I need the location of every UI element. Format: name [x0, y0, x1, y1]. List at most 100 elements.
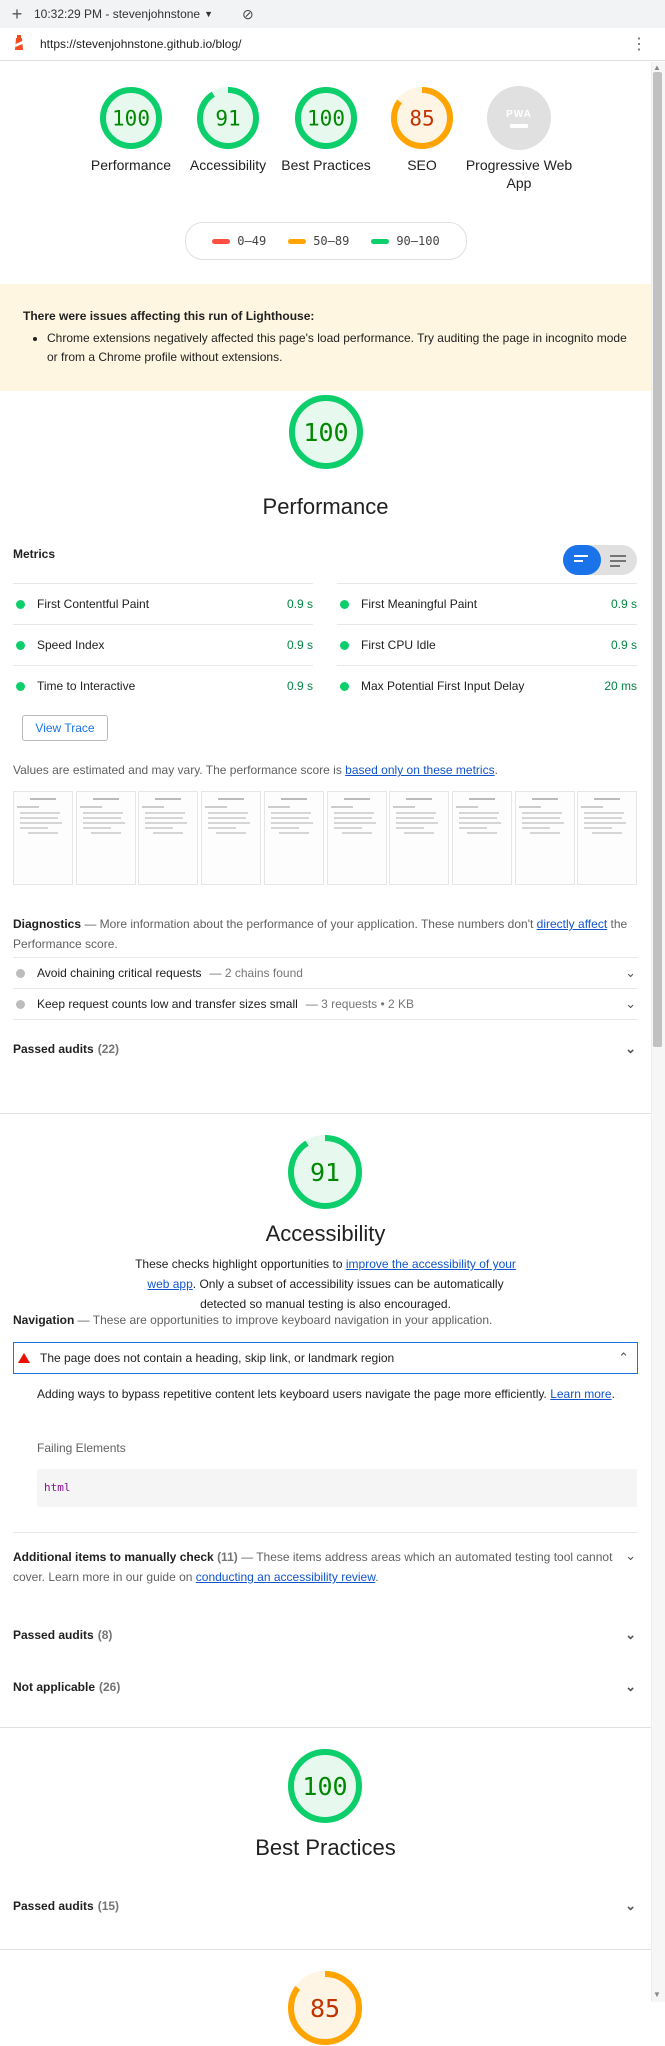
best-practices-passed-audits[interactable]: Passed audits (15) ⌄ — [13, 1891, 638, 1921]
metric-name: Time to Interactive — [37, 679, 136, 693]
gauge-ring: 85 — [391, 87, 453, 149]
performance-passed-audits[interactable]: Passed audits (22) ⌄ — [13, 1034, 638, 1064]
metric-speed-index: Speed Index 0.9 s — [13, 624, 313, 665]
frame-text-line — [145, 827, 174, 829]
gauge-label: Progressive Web App — [465, 157, 573, 191]
gauge-accessibility[interactable]: 91 Accessibility — [173, 86, 283, 174]
chevron-down-icon[interactable]: ⌄ — [625, 1041, 636, 1057]
gauge-score: 85 — [310, 1994, 340, 2023]
frame-text-line — [145, 812, 186, 814]
chevron-down-icon[interactable]: ⌄ — [625, 996, 636, 1012]
filmstrip-frame — [75, 791, 136, 885]
accessibility-not-applicable[interactable]: Not applicable (26) ⌄ — [13, 1672, 638, 1702]
run-warning: There were issues affecting this run of … — [0, 284, 651, 391]
frame-text-line — [28, 832, 58, 834]
warning-item: Chrome extensions negatively affected th… — [47, 329, 637, 367]
audit-bypass-blocks[interactable]: The page does not contain a heading, ski… — [13, 1342, 638, 1374]
best-practices-gauge: 100 — [288, 1749, 362, 1823]
pass-dot-icon — [340, 681, 349, 691]
section-divider — [0, 1949, 651, 1950]
scroll-down-arrow-icon[interactable]: ▼ — [653, 1990, 661, 1999]
estimate-end: . — [494, 763, 498, 777]
gauge-label: SEO — [407, 157, 437, 173]
gauge-seo[interactable]: 85 SEO — [367, 86, 477, 174]
manual-count: (11) — [217, 1550, 238, 1564]
chevron-down-icon[interactable]: ⌄ — [625, 1548, 636, 1564]
accessibility-gauge: 91 — [288, 1135, 362, 1209]
report-selector-label: 10:32:29 PM - stevenjohnstone — [34, 7, 201, 21]
gauge-label: Accessibility — [189, 157, 267, 173]
pass-dot-icon — [16, 599, 25, 609]
failing-node[interactable]: html — [44, 1481, 71, 1494]
expanded-view-icon[interactable] — [610, 555, 626, 570]
frame-text-line — [396, 812, 437, 814]
chevron-down-icon[interactable]: ⌄ — [625, 1898, 636, 1914]
chevron-down-icon[interactable]: ⌄ — [625, 1679, 636, 1695]
metric-value: 0.9 s — [286, 597, 313, 611]
clear-icon[interactable]: ⊘ — [242, 6, 254, 23]
section-divider — [0, 1113, 651, 1114]
gauge-pwa[interactable]: PWA Progressive Web App — [464, 86, 574, 192]
performance-gauge: 100 — [288, 395, 363, 469]
metric-max-potential-fid: Max Potential First Input Delay 20 ms — [337, 665, 637, 706]
chevron-up-icon[interactable]: ⌃ — [618, 1350, 629, 1366]
metric-first-meaningful-paint: First Meaningful Paint 0.9 s — [337, 583, 637, 624]
frame-text-line — [218, 798, 245, 800]
pass-dot-icon — [16, 640, 25, 650]
failing-element-code: html — [37, 1469, 637, 1507]
gauge-performance[interactable]: 100 Performance — [76, 86, 186, 174]
learn-more-link[interactable]: Learn more — [550, 1387, 611, 1401]
frame-text-line — [458, 822, 501, 824]
failing-audit-description: Adding ways to bypass repetitive content… — [37, 1384, 637, 1404]
manual-check-group[interactable]: Additional items to manually check (11) … — [13, 1547, 618, 1587]
estimate-text: Values are estimated and may vary. The p… — [13, 763, 346, 777]
view-trace-button[interactable]: View Trace — [22, 715, 108, 741]
gauge-label: Best Practices — [281, 157, 371, 173]
metrics-view-toggle[interactable] — [563, 545, 637, 575]
frame-text-line — [208, 822, 251, 824]
group-label: Passed audits — [13, 1899, 94, 1913]
group-count: (15) — [97, 1899, 120, 1913]
chevron-down-icon[interactable]: ⌄ — [625, 965, 636, 981]
filmstrip-frame — [389, 791, 450, 885]
manual-end: . — [375, 1570, 379, 1584]
pass-dot-icon — [340, 640, 349, 650]
frame-text-line — [584, 812, 625, 814]
toggle-compact-option[interactable] — [563, 545, 601, 575]
seo-gauge: 85 — [288, 1971, 362, 2045]
metrics-link[interactable]: based only on these metrics — [345, 763, 494, 777]
frame-text-line — [458, 817, 497, 819]
new-tab-icon[interactable]: + — [0, 4, 34, 25]
report-selector[interactable]: 10:32:29 PM - stevenjohnstone ▼ — [34, 7, 224, 21]
audit-resource-summary[interactable]: Keep request counts low and transfer siz… — [13, 988, 638, 1020]
scroll-up-arrow-icon[interactable]: ▲ — [653, 63, 661, 72]
best-practices-title: Best Practices — [255, 1835, 396, 1860]
directly-affect-link[interactable]: directly affect — [537, 917, 607, 931]
scrollbar-thumb[interactable] — [653, 72, 662, 1047]
frame-text-line — [518, 806, 541, 808]
frame-text-line — [333, 822, 376, 824]
audit-critical-chains[interactable]: Avoid chaining critical requests — 2 cha… — [13, 957, 638, 988]
accessibility-passed-audits[interactable]: Passed audits (8) ⌄ — [13, 1620, 638, 1650]
performance-title: Performance — [262, 494, 389, 519]
gauge-ring: 100 — [100, 87, 162, 149]
more-menu-icon[interactable]: ⋮ — [631, 34, 647, 54]
filmstrip-frame — [451, 791, 512, 885]
gauge-best-practices[interactable]: 100 Best Practices — [271, 86, 381, 174]
accessibility-description: These checks highlight opportunities to … — [128, 1254, 523, 1314]
frame-text-line — [155, 798, 182, 800]
frame-text-line — [529, 832, 560, 834]
frame-text-line — [396, 817, 435, 819]
filmstrip-frame — [263, 791, 324, 885]
section-divider — [0, 1727, 651, 1728]
lighthouse-icon — [12, 34, 34, 54]
accessibility-review-link[interactable]: conducting an accessibility review — [196, 1570, 375, 1584]
frame-text-line — [90, 832, 121, 834]
frame-text-line — [521, 817, 560, 819]
info-dot-icon — [16, 999, 25, 1009]
metric-value: 0.9 s — [286, 679, 313, 693]
frame-text-line — [270, 812, 311, 814]
chevron-down-icon[interactable]: ⌄ — [625, 1627, 636, 1643]
pass-dot-icon — [16, 681, 25, 691]
metric-value: 20 ms — [604, 679, 637, 693]
